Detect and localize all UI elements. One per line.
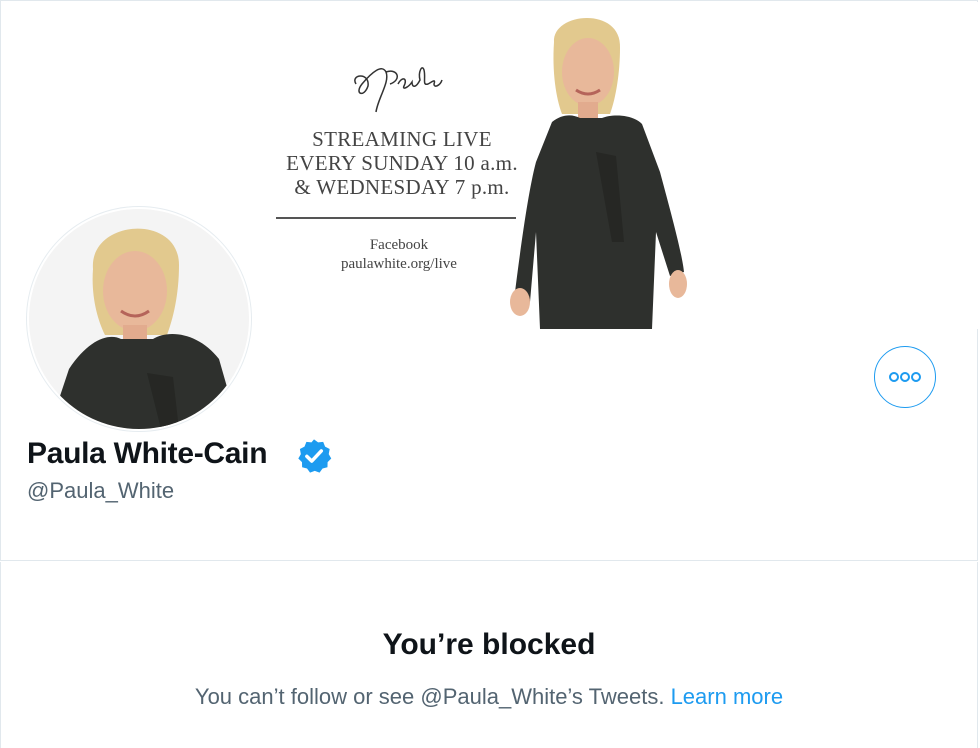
blocked-message: You can’t follow or see @Paula_White’s T… (0, 684, 978, 710)
profile-header-card: STREAMING LIVE EVERY SUNDAY 10 a.m. & WE… (0, 0, 978, 561)
blocked-title: You’re blocked (382, 628, 596, 661)
banner-divider (276, 217, 516, 219)
more-horizontal-icon (889, 372, 921, 382)
more-options-button[interactable] (874, 346, 936, 408)
profile-handle: @Paula_White (27, 478, 175, 503)
profile-display-name: Paula White-Cain (27, 437, 268, 470)
banner-url: paulawhite.org/live (341, 256, 457, 272)
avatar-portrait-image (29, 209, 249, 429)
verified-badge-icon (298, 439, 332, 473)
banner-portrait-image (510, 18, 687, 329)
banner-stream-info: Facebook paulawhite.org/live (292, 236, 506, 274)
learn-more-link[interactable]: Learn more (671, 684, 784, 709)
blocked-message-text: You can’t follow or see @Paula_White’s T… (194, 684, 671, 709)
signature-logo (354, 67, 443, 113)
profile-avatar[interactable] (27, 207, 251, 431)
banner-platform: Facebook (369, 237, 429, 253)
